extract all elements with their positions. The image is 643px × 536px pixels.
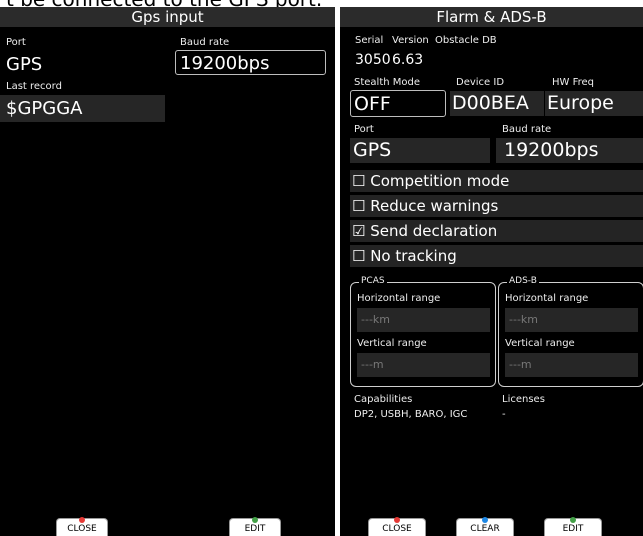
licenses-label: Licenses [502, 394, 545, 405]
last-record-label: Last record [6, 81, 62, 92]
clear-indicator-icon [482, 517, 488, 523]
edit-button-label: EDIT [244, 524, 266, 534]
adsb-group: ADS-B Horizontal range ---km Vertical ra… [498, 276, 643, 387]
last-record-value: $GPGGA [0, 95, 165, 122]
capabilities-value: DP2, USBH, BARO, IGC [354, 409, 468, 420]
adsb-vertical-range-label: Vertical range [505, 338, 575, 349]
flarm-close-button[interactable]: CLOSE [368, 517, 426, 536]
stealth-mode-select[interactable]: OFF [350, 90, 446, 117]
pcas-group: PCAS Horizontal range ---km Vertical ran… [350, 276, 496, 387]
baud-rate-label: Baud rate [180, 37, 230, 48]
close-indicator-icon [79, 517, 85, 523]
close-indicator-icon [394, 517, 400, 523]
port-label: Port [6, 37, 26, 48]
gps-input-panel: Gps input Port GPS Baud rate 19200bps La… [0, 7, 335, 536]
adsb-horizontal-range-label: Horizontal range [505, 293, 589, 304]
competition-mode-checkbox[interactable]: ☐ Competition mode [350, 170, 643, 192]
close-button[interactable]: CLOSE [56, 517, 108, 536]
close-button-label: CLOSE [67, 524, 97, 534]
pcas-group-title: PCAS [359, 276, 387, 286]
flarm-clear-button[interactable]: CLEAR [456, 517, 514, 536]
adsb-horizontal-range-field[interactable]: ---km [505, 308, 638, 332]
port-value[interactable]: GPS [6, 54, 42, 75]
adsb-group-title: ADS-B [507, 276, 539, 286]
flarm-edit-button-label: EDIT [562, 524, 584, 534]
edit-indicator-icon [570, 517, 576, 523]
device-id-value: D00BEA [450, 91, 544, 116]
hw-freq-label: HW Freq [552, 77, 595, 88]
flarm-edit-button[interactable]: EDIT [544, 517, 602, 536]
edit-indicator-icon [252, 517, 258, 523]
reduce-warnings-checkbox[interactable]: ☐ Reduce warnings [350, 195, 643, 217]
flarm-port-select[interactable]: GPS [350, 138, 490, 163]
pcas-vertical-range-field[interactable]: ---m [357, 353, 490, 377]
flarm-baud-select[interactable]: 19200bps [496, 138, 643, 163]
baud-rate-select[interactable]: 19200bps [175, 50, 326, 75]
pcas-horizontal-range-label: Horizontal range [357, 293, 441, 304]
gps-panel-title: Gps input [0, 7, 335, 27]
pcas-vertical-range-label: Vertical range [357, 338, 427, 349]
adsb-vertical-range-field[interactable]: ---m [505, 353, 638, 377]
version-label: Version [392, 35, 429, 46]
stealth-mode-label: Stealth Mode [354, 77, 421, 88]
send-declaration-checkbox[interactable]: ☑ Send declaration [350, 220, 643, 242]
device-id-label: Device ID [456, 77, 505, 88]
capabilities-label: Capabilities [354, 394, 413, 405]
edit-button[interactable]: EDIT [229, 517, 281, 536]
hw-freq-select[interactable]: Europe [545, 91, 643, 116]
version-value: 6.63 [392, 52, 424, 68]
flarm-clear-button-label: CLEAR [470, 524, 500, 534]
serial-value: 3050 [355, 52, 391, 68]
flarm-port-label: Port [354, 124, 374, 135]
serial-label: Serial [355, 35, 384, 46]
obstacle-db-label: Obstacle DB [435, 35, 497, 46]
licenses-value: - [502, 409, 506, 420]
flarm-baud-label: Baud rate [502, 124, 552, 135]
flarm-panel-title: Flarm & ADS-B [340, 7, 643, 27]
pcas-horizontal-range-field[interactable]: ---km [357, 308, 490, 332]
flarm-close-button-label: CLOSE [382, 524, 412, 534]
no-tracking-checkbox[interactable]: ☐ No tracking [350, 245, 643, 267]
flarm-adsb-panel: Flarm & ADS-B Serial Version Obstacle DB… [340, 7, 643, 536]
